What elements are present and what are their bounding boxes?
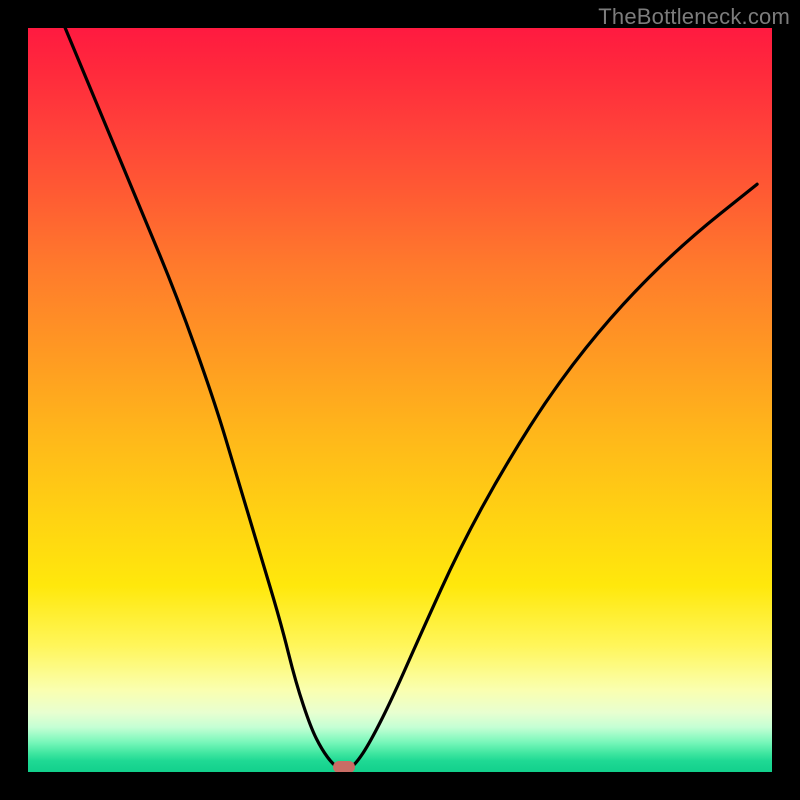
- watermark-text: TheBottleneck.com: [598, 4, 790, 30]
- optimum-marker: [333, 761, 355, 772]
- chart-frame: TheBottleneck.com: [0, 0, 800, 800]
- plot-area: [28, 28, 772, 772]
- bottleneck-curve: [28, 28, 772, 772]
